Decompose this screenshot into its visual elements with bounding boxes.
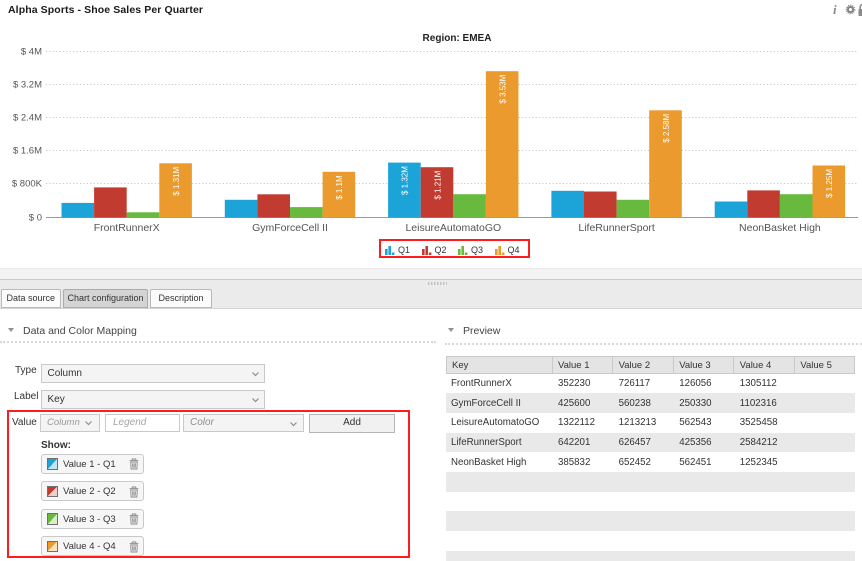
svg-text:$ 1.6M: $ 1.6M bbox=[13, 146, 42, 157]
svg-text:LifeRunnerSport: LifeRunnerSport bbox=[578, 222, 655, 234]
svg-text:GymForceCell II: GymForceCell II bbox=[252, 222, 328, 234]
svg-text:$ 3.53M: $ 3.53M bbox=[499, 74, 508, 103]
svg-text:$ 1.25M: $ 1.25M bbox=[825, 169, 834, 198]
svg-text:$ 1.21M: $ 1.21M bbox=[433, 170, 442, 199]
svg-text:Region: EMEA: Region: EMEA bbox=[423, 33, 492, 44]
svg-text:$ 2.58M: $ 2.58M bbox=[662, 113, 671, 142]
svg-text:$ 0: $ 0 bbox=[29, 213, 42, 224]
svg-text:$ 4M: $ 4M bbox=[21, 47, 42, 58]
svg-text:$ 3.2M: $ 3.2M bbox=[13, 80, 42, 91]
svg-text:NeonBasket High: NeonBasket High bbox=[739, 222, 821, 234]
svg-text:LeisureAutomatoGO: LeisureAutomatoGO bbox=[405, 222, 501, 234]
svg-text:$ 1.1M: $ 1.1M bbox=[335, 175, 344, 200]
svg-text:$ 1.32M: $ 1.32M bbox=[401, 166, 410, 195]
svg-text:$ 1.31M: $ 1.31M bbox=[172, 166, 181, 195]
svg-text:$ 2.4M: $ 2.4M bbox=[13, 113, 42, 124]
svg-text:FrontRunnerX: FrontRunnerX bbox=[94, 222, 160, 234]
svg-text:$ 800K: $ 800K bbox=[12, 179, 43, 190]
